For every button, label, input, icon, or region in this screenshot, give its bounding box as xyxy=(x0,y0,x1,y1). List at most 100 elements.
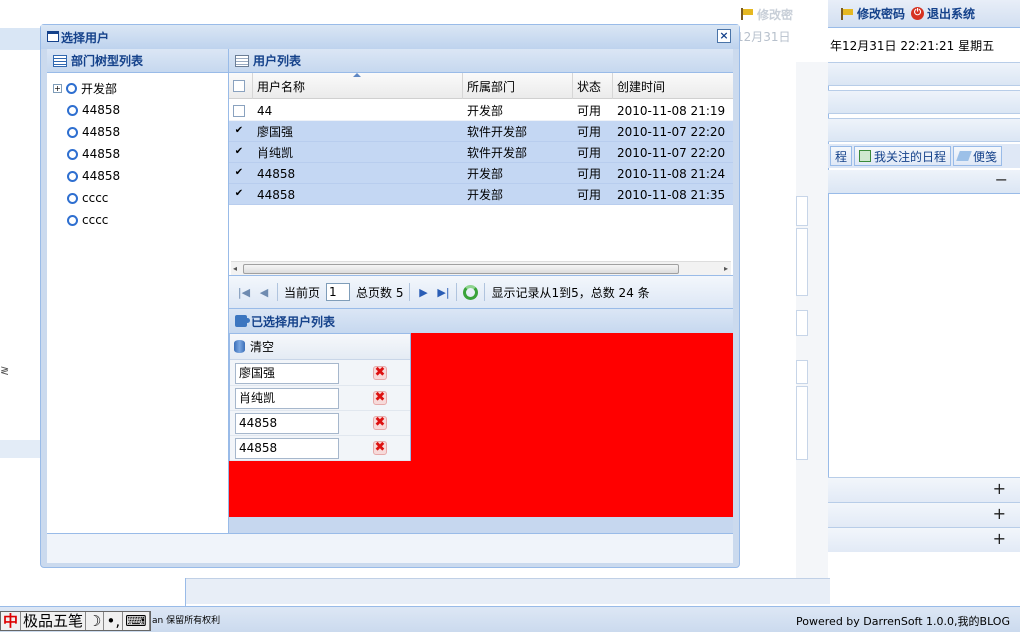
scroll-right-icon[interactable]: ▸ xyxy=(724,264,728,273)
checkbox-cell[interactable]: ✔ xyxy=(229,142,253,163)
background-box xyxy=(796,310,808,336)
row-checkbox[interactable]: ✔ xyxy=(233,125,245,138)
right-panel-strip xyxy=(828,90,1020,114)
column-header-status[interactable]: 状态 xyxy=(573,73,613,99)
table-row[interactable]: ✔ 廖国强 软件开发部 可用 2010-11-07 22:20 xyxy=(229,121,733,142)
column-header-created[interactable]: 创建时间 xyxy=(613,73,733,99)
collapse-icon[interactable]: − xyxy=(995,170,1008,189)
table-cell-created: 2010-11-07 22:20 xyxy=(617,145,726,160)
ime-mode-icon[interactable]: 中 xyxy=(1,612,22,630)
selected-user-field[interactable]: 廖国强 xyxy=(235,362,339,384)
logout-button[interactable]: ⏻ 退出系统 xyxy=(911,5,975,22)
table-cell-name: 廖国强 xyxy=(257,125,294,139)
delete-icon[interactable]: ✖ xyxy=(373,391,387,405)
tree-node[interactable]: 44858 xyxy=(47,143,228,165)
tab-followed-schedule[interactable]: 我关注的日程 xyxy=(854,146,952,166)
first-page-icon[interactable]: |◀ xyxy=(237,286,251,299)
expand-icon[interactable]: + xyxy=(993,504,1006,523)
refresh-icon[interactable] xyxy=(463,284,479,300)
table-cell-name: 44858 xyxy=(257,166,296,181)
list-item: 44858 ✖ xyxy=(230,436,410,461)
tree-node-label: 44858 xyxy=(82,103,121,117)
selected-user-field[interactable]: 44858 xyxy=(235,437,339,459)
tree-node[interactable]: 44858 xyxy=(47,99,228,121)
tree-node-label: cccc xyxy=(82,213,109,227)
change-password-button[interactable]: 修改密码 xyxy=(840,5,905,22)
select-all-checkbox[interactable] xyxy=(233,80,245,92)
row-checkbox[interactable]: ✔ xyxy=(233,188,245,201)
close-icon: × xyxy=(719,29,729,42)
checkbox-cell[interactable]: ✔ xyxy=(229,184,253,205)
last-page-icon[interactable]: ▶| xyxy=(436,286,450,299)
next-page-icon[interactable]: ▶ xyxy=(416,286,430,299)
selected-user-list: 清空 廖国强 ✖ 肖纯凯 ✖ 44858 ✖ 44858 ✖ xyxy=(229,333,411,461)
window-titlebar[interactable]: 选择用户 × xyxy=(41,25,739,49)
flag-icon xyxy=(840,7,854,20)
table-cell-dept: 开发部 xyxy=(467,104,504,118)
checkbox-cell[interactable]: ✔ xyxy=(229,121,253,142)
table-cell-dept: 开发部 xyxy=(467,167,504,181)
table-row[interactable]: ✔ 44858 开发部 可用 2010-11-08 21:24 xyxy=(229,163,733,184)
table-row[interactable]: ✔ 肖纯凯 软件开发部 可用 2010-11-07 22:20 xyxy=(229,142,733,163)
row-checkbox[interactable]: ✔ xyxy=(233,167,245,180)
pager-separator xyxy=(484,283,486,301)
portlet-collapsed: + xyxy=(828,477,1020,502)
column-label: 创建时间 xyxy=(617,79,666,94)
column-header-name[interactable]: 用户名称 xyxy=(253,73,463,99)
punctuation-icon[interactable]: •, xyxy=(104,612,124,630)
selected-user-field[interactable]: 44858 xyxy=(235,412,339,434)
scroll-left-icon[interactable]: ◂ xyxy=(233,264,237,273)
node-icon xyxy=(67,192,78,204)
app-footer: an 保留所有权利 Powered by DarrenSoft 1.0.0,我的… xyxy=(0,606,1020,632)
table-cell-name: 44858 xyxy=(257,187,296,202)
selected-user-field[interactable]: 肖纯凯 xyxy=(235,387,339,409)
clear-button[interactable]: 清空 xyxy=(230,334,410,360)
faded-date-text: 12月31日 xyxy=(736,30,791,44)
user-list-panel: 用户列表 用户名称 所属部门 状态 创建时间 44 开发部 可用 2010-11-08… xyxy=(229,49,733,309)
checkbox-cell[interactable] xyxy=(229,100,253,121)
tab-notes[interactable]: 便笺 xyxy=(953,146,1003,166)
puzzle-icon xyxy=(235,315,250,327)
horizontal-scrollbar[interactable]: ◂ ▸ xyxy=(231,261,731,275)
datetime-display: 年12月31日 22:21:21 星期五 xyxy=(828,28,1020,62)
table-row[interactable]: ✔ 44858 开发部 可用 2010-11-08 21:35 xyxy=(229,184,733,205)
row-checkbox[interactable] xyxy=(233,104,245,117)
close-button[interactable]: × xyxy=(717,29,731,43)
database-icon xyxy=(234,340,245,353)
current-page-input[interactable]: 1 xyxy=(326,283,351,301)
faded-change-password-button: 修改密 xyxy=(736,0,828,28)
column-label: 用户名称 xyxy=(257,79,306,94)
tree-node[interactable]: cccc xyxy=(47,187,228,209)
left-nav-selected-row[interactable] xyxy=(0,440,42,458)
expand-icon[interactable]: + xyxy=(53,83,62,93)
expand-icon[interactable]: + xyxy=(993,529,1006,548)
scrollbar-thumb[interactable] xyxy=(243,264,679,274)
keyboard-icon[interactable]: ⌨ xyxy=(123,612,150,630)
delete-icon[interactable]: ✖ xyxy=(373,366,387,380)
checkbox-cell[interactable]: ✔ xyxy=(229,163,253,184)
column-header-dept[interactable]: 所属部门 xyxy=(463,73,573,99)
ime-name[interactable]: 极品五笔 xyxy=(21,612,87,630)
expand-icon[interactable]: + xyxy=(993,479,1006,498)
tree-node[interactable]: 44858 xyxy=(47,165,228,187)
tree-node[interactable]: cccc xyxy=(47,209,228,231)
table-row[interactable]: 44 开发部 可用 2010-11-08 21:19 xyxy=(229,100,733,121)
tree-node[interactable]: 44858 xyxy=(47,121,228,143)
portlet-header: − xyxy=(828,170,1020,194)
table-cell-name: 肖纯凯 xyxy=(257,146,294,160)
record-info: 显示记录从1到5，总数 24 条 xyxy=(491,285,650,300)
table-cell-created: 2010-11-08 21:19 xyxy=(617,103,726,118)
tree-node-root[interactable]: + 开发部 xyxy=(47,77,228,99)
select-all-cell[interactable] xyxy=(229,73,253,99)
row-checkbox[interactable]: ✔ xyxy=(233,146,245,159)
selected-user-title: 已选择用户列表 xyxy=(251,314,336,329)
moon-icon[interactable]: ☽ xyxy=(86,612,105,630)
main-bottom-bar xyxy=(186,578,830,604)
delete-icon[interactable]: ✖ xyxy=(373,441,387,455)
prev-page-icon[interactable]: ◀ xyxy=(257,286,271,299)
delete-icon[interactable]: ✖ xyxy=(373,416,387,430)
ime-status-bar[interactable]: 中 极品五笔 ☽ •, ⌨ xyxy=(0,611,151,631)
list-item: 廖国强 ✖ xyxy=(230,361,410,386)
tab-schedule[interactable]: 程 xyxy=(830,146,853,166)
table-cell-created: 2010-11-08 21:24 xyxy=(617,166,726,181)
